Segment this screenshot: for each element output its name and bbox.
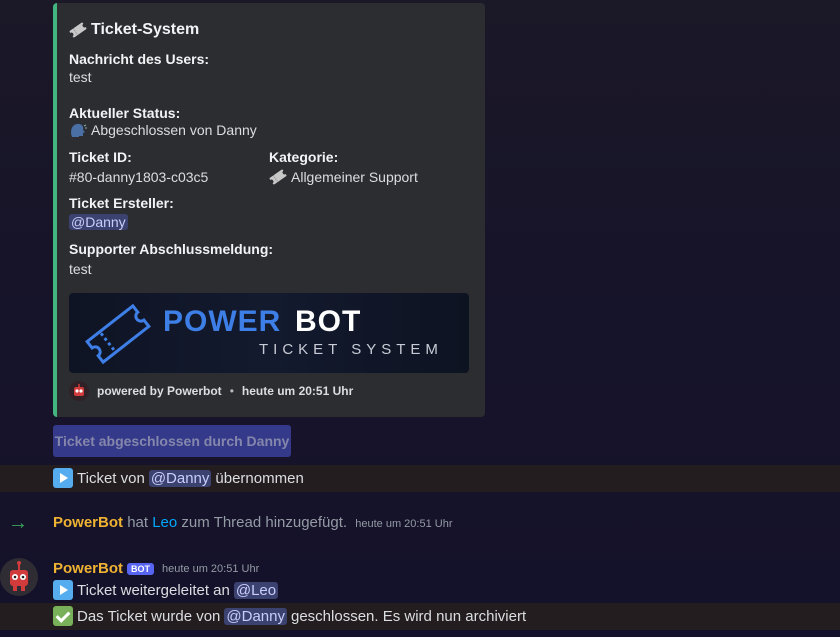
author-timestamp: heute um 20:51 Uhr [162, 562, 260, 575]
footer-time: heute um 20:51 Uhr [241, 384, 354, 398]
ticket-icon [69, 22, 87, 38]
mention-leo[interactable]: @Leo [233, 581, 279, 599]
message-forwarded: Ticket weitergeleitet an @Leo [53, 580, 279, 600]
field-creator-name: Ticket Ersteller: [69, 195, 174, 211]
field-category-value: Allgemeiner Support [269, 168, 418, 186]
message-text: Ticket von [77, 469, 145, 487]
field-ticket-id-value: #80-danny1803-c03c5 [69, 169, 209, 185]
author-avatar[interactable] [0, 558, 38, 596]
banner-word-bot: BOT [295, 305, 362, 338]
bot-avatar-icon [10, 561, 28, 591]
system-text: zum Thread hinzugefügt. [181, 514, 348, 531]
footer-bot-avatar [69, 381, 89, 401]
footer-separator: • [229, 384, 234, 398]
play-button-icon [53, 468, 73, 488]
message-text: Ticket weitergeleitet an [77, 581, 230, 599]
check-mark-icon [53, 606, 73, 626]
message-closed: Das Ticket wurde von @Danny geschlossen.… [53, 606, 526, 626]
ticket-embed: Ticket-System Nachricht des Users: test … [53, 3, 485, 417]
field-message-name: Nachricht des Users: [69, 51, 210, 67]
embed-title-text: Ticket-System [91, 21, 200, 38]
field-creator-value: @Danny [69, 214, 128, 230]
system-text: hat [127, 514, 149, 531]
footer-text: powered by Powerbot [97, 384, 222, 398]
mention-danny[interactable]: @Danny [148, 469, 212, 487]
category-text: Allgemeiner Support [291, 169, 418, 185]
banner-word-power: POWER [163, 305, 282, 338]
message-taken-over: Ticket von @Danny übernommen [53, 468, 304, 488]
field-status-value: Abgeschlossen von Danny [69, 122, 257, 138]
ticket-icon [269, 169, 287, 185]
message-author-header: PowerBot BOT heute um 20:51 Uhr [53, 560, 259, 577]
join-arrow-icon: → [8, 512, 28, 534]
status-text: Abgeschlossen von Danny [91, 122, 257, 138]
speaking-head-icon [71, 123, 87, 137]
embed-title: Ticket-System [69, 21, 199, 39]
embed-footer: powered by Powerbot • heute um 20:51 Uhr [69, 381, 353, 401]
field-message-value: test [69, 69, 92, 85]
banner-ticket-icon [85, 303, 151, 365]
field-category-name: Kategorie: [269, 149, 339, 165]
field-status-name: Aktueller Status: [69, 105, 181, 121]
author-name[interactable]: PowerBot [53, 560, 123, 577]
system-message: PowerBot hat Leo zum Thread hinzugefügt.… [53, 514, 453, 531]
system-timestamp: heute um 20:51 Uhr [355, 518, 453, 530]
field-ticket-id-name: Ticket ID: [69, 149, 132, 165]
bot-badge: BOT [127, 562, 155, 575]
system-bot-name[interactable]: PowerBot [53, 514, 123, 531]
field-closing-name: Supporter Abschlussmeldung: [69, 241, 274, 257]
message-text: Das Ticket wurde von [77, 607, 221, 625]
message-text: übernommen [215, 469, 304, 487]
banner-subtitle: TICKET SYSTEM [259, 341, 443, 358]
ticket-closed-button[interactable]: Ticket abgeschlossen durch Danny [53, 425, 291, 457]
creator-mention[interactable]: @Danny [69, 214, 128, 230]
message-text: geschlossen. Es wird nun archiviert [291, 607, 527, 625]
mention-danny[interactable]: @Danny [224, 607, 287, 625]
embed-banner-image[interactable]: POWER BOT TICKET SYSTEM [69, 293, 469, 373]
bot-avatar-icon [74, 384, 84, 396]
play-button-icon [53, 580, 73, 600]
system-user-link[interactable]: Leo [152, 514, 177, 531]
field-closing-value: test [69, 261, 92, 277]
